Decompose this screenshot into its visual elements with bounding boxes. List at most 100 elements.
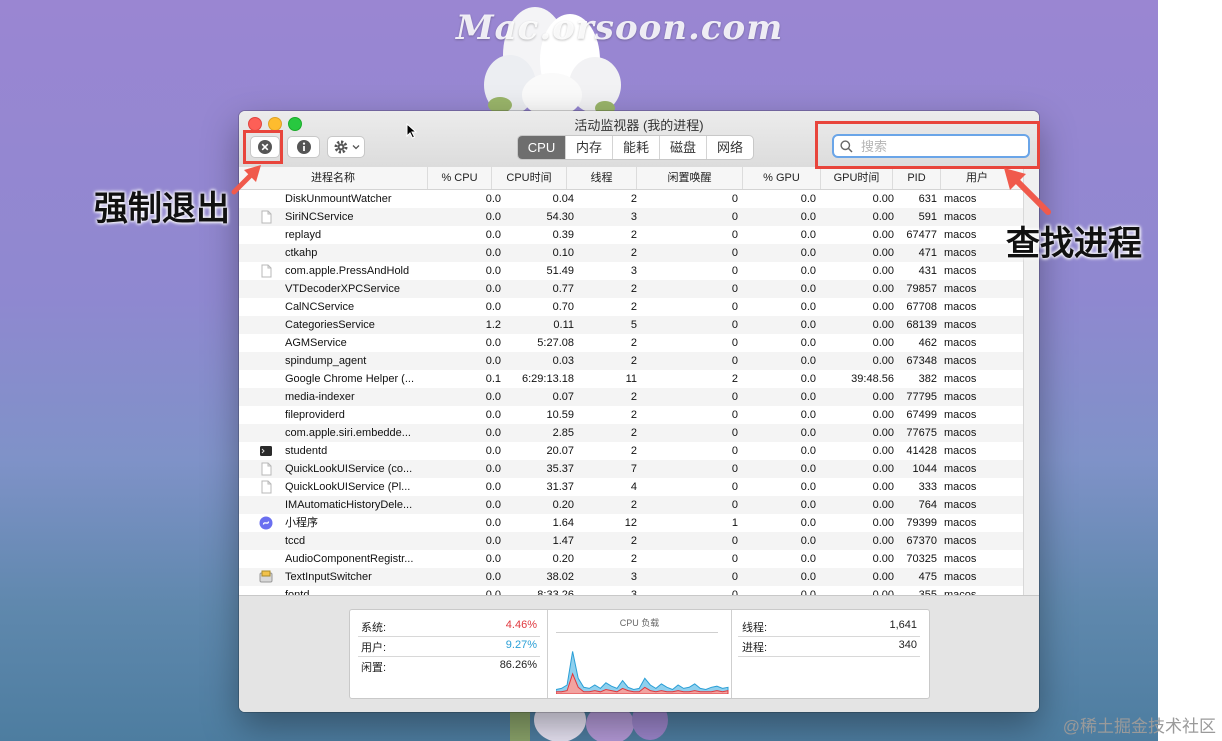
tab-energy[interactable]: 能耗: [612, 136, 659, 159]
table-row[interactable]: tccd 0.0 1.47 2 0 0.0 0.00 67370 macos: [239, 532, 1023, 550]
cell-threads: 3: [630, 571, 637, 583]
cell-idle-wakeups: 0: [731, 283, 738, 295]
cell-cpu-time: 54.30: [546, 211, 574, 223]
processes-label: 进程:: [742, 642, 768, 654]
cell-pid: 67477: [906, 229, 937, 241]
cell-threads: 3: [630, 265, 637, 277]
cell-cpu-time: 20.07: [546, 445, 574, 457]
table-row[interactable]: fontd 0.0 8:33.26 3 0 0.0 0.00 355 macos: [239, 586, 1023, 595]
cell-user: macos: [944, 193, 977, 205]
threads-value: 1,641: [889, 619, 917, 631]
cell-gpu-time: 0.00: [872, 445, 894, 457]
cell-gpu-percent: 0.0: [800, 553, 816, 565]
cell-gpu-time: 0.00: [872, 517, 894, 529]
idle-value: 86.26%: [499, 659, 537, 671]
cell-pid: 77795: [906, 391, 937, 403]
cell-threads: 2: [630, 229, 637, 241]
table-row[interactable]: com.apple.PressAndHold 0.0 51.49 3 0 0.0 0.00 4…: [239, 262, 1023, 280]
cell-process-name: CalNCService: [285, 301, 355, 313]
cell-cpu-percent: 0.0: [485, 337, 501, 349]
table-row[interactable]: Google Chrome Helper (... 0.1 6:29:13.18 11…: [239, 370, 1023, 388]
table-row[interactable]: CategoriesService 1.2 0.11 5 0 0.0 0.00 68139 ma…: [239, 316, 1023, 334]
cell-gpu-percent: 0.0: [800, 355, 816, 367]
cell-gpu-time: 0.00: [872, 571, 894, 583]
cell-gpu-percent: 0.0: [800, 373, 816, 385]
cell-gpu-percent: 0.0: [800, 229, 816, 241]
cell-process-name: AGMService: [285, 337, 347, 349]
cell-idle-wakeups: 0: [731, 589, 738, 595]
table-row[interactable]: CalNCService 0.0 0.70 2 0 0.0 0.00 67708 macos: [239, 298, 1023, 316]
col-gpu-percent[interactable]: % GPU: [743, 167, 821, 189]
col-cpu-percent[interactable]: % CPU: [428, 167, 492, 189]
cell-cpu-percent: 0.0: [485, 247, 501, 259]
cell-threads: 2: [630, 337, 637, 349]
cell-cpu-percent: 0.0: [485, 391, 501, 403]
system-value: 4.46%: [505, 619, 537, 631]
cell-pid: 431: [918, 265, 937, 277]
col-idle-wakeups[interactable]: 闲置唤醒: [637, 167, 743, 189]
cell-cpu-percent: 0.0: [485, 229, 501, 241]
table-row[interactable]: IMAutomaticHistoryDele... 0.0 0.20 2 0 0.0 0.0…: [239, 496, 1023, 514]
table-row[interactable]: AudioComponentRegistr... 0.0 0.20 2 0 0.0 0.00…: [239, 550, 1023, 568]
tab-memory[interactable]: 内存: [565, 136, 612, 159]
tab-cpu[interactable]: CPU: [518, 136, 565, 159]
table-row[interactable]: TextInputSwitcher 0.0 38.02 3 0 0.0 0.00 475 mac…: [239, 568, 1023, 586]
threads-label: 线程:: [742, 622, 768, 634]
table-row[interactable]: replayd 0.0 0.39 2 0 0.0 0.00 67477 macos: [239, 226, 1023, 244]
processes-value: 340: [898, 639, 917, 651]
tab-network[interactable]: 网络: [706, 136, 753, 159]
col-threads[interactable]: 线程: [567, 167, 637, 189]
table-row[interactable]: QuickLookUIService (Pl... 0.0 31.37 4 0 0.0 0.…: [239, 478, 1023, 496]
cell-gpu-time: 0.00: [872, 427, 894, 439]
table-row[interactable]: AGMService 0.0 5:27.08 2 0 0.0 0.00 462 macos: [239, 334, 1023, 352]
table-row[interactable]: media-indexer 0.0 0.07 2 0 0.0 0.00 77795 macos: [239, 388, 1023, 406]
cell-user: macos: [944, 283, 977, 295]
table-row[interactable]: SiriNCService 0.0 54.30 3 0 0.0 0.00 591 macos: [239, 208, 1023, 226]
col-gpu-time[interactable]: GPU时间: [821, 167, 893, 189]
col-pid[interactable]: PID: [893, 167, 941, 189]
cell-threads: 2: [630, 193, 637, 205]
cell-user: macos: [944, 589, 977, 595]
cell-process-name: VTDecoderXPCService: [285, 283, 400, 295]
table-row[interactable]: QuickLookUIService (co... 0.0 35.37 7 0 0.0 0.…: [239, 460, 1023, 478]
cell-cpu-time: 6:29:13.18: [522, 373, 574, 385]
table-row[interactable]: ctkahp 0.0 0.10 2 0 0.0 0.00 471 macos: [239, 244, 1023, 262]
table-row[interactable]: com.apple.siri.embedde... 0.0 2.85 2 0 0.0 0.0…: [239, 424, 1023, 442]
cell-idle-wakeups: 0: [731, 229, 738, 241]
cell-cpu-percent: 0.1: [485, 373, 501, 385]
cell-gpu-time: 0.00: [872, 499, 894, 511]
cell-user: macos: [944, 211, 977, 223]
cell-process-name: TextInputSwitcher: [285, 571, 372, 583]
table-row[interactable]: DiskUnmountWatcher 0.0 0.04 2 0 0.0 0.00 631 mac…: [239, 190, 1023, 208]
table-row[interactable]: 小程序 0.0 1.64 12 1 0.0 0.00 79399 macos: [239, 514, 1023, 532]
cell-gpu-percent: 0.0: [800, 301, 816, 313]
cell-threads: 12: [624, 517, 637, 529]
cell-pid: 355: [918, 589, 937, 595]
cell-cpu-time: 35.37: [546, 463, 574, 475]
cell-threads: 4: [630, 481, 637, 493]
cell-cpu-percent: 0.0: [485, 283, 501, 295]
table-row[interactable]: fileproviderd 0.0 10.59 2 0 0.0 0.00 67499 macos: [239, 406, 1023, 424]
cell-threads: 2: [630, 535, 637, 547]
cell-cpu-time: 0.20: [552, 553, 574, 565]
table-row[interactable]: VTDecoderXPCService 0.0 0.77 2 0 0.0 0.00 79857…: [239, 280, 1023, 298]
cell-gpu-time: 0.00: [872, 337, 894, 349]
cell-process-name: SiriNCService: [285, 211, 354, 223]
cell-user: macos: [944, 463, 977, 475]
cell-process-name: replayd: [285, 229, 322, 241]
cpu-load-title: CPU 负载: [619, 618, 660, 628]
actions-menu-button[interactable]: [327, 136, 365, 158]
cell-cpu-percent: 0.0: [485, 589, 501, 595]
cell-idle-wakeups: 0: [731, 247, 738, 259]
cell-cpu-time: 5:27.08: [537, 337, 574, 349]
table-row[interactable]: studentd 0.0 20.07 2 0 0.0 0.00 41428 macos: [239, 442, 1023, 460]
col-cpu-time[interactable]: CPU时间: [492, 167, 567, 189]
document-icon: [259, 210, 273, 224]
inspect-button[interactable]: [287, 136, 320, 158]
cell-gpu-percent: 0.0: [800, 427, 816, 439]
cell-process-name: media-indexer: [285, 391, 355, 403]
cell-gpu-percent: 0.0: [800, 193, 816, 205]
tab-disk[interactable]: 磁盘: [659, 136, 706, 159]
table-row[interactable]: spindump_agent 0.0 0.03 2 0 0.0 0.00 67348 macos: [239, 352, 1023, 370]
table-header: 进程名称 % CPU CPU时间 线程 闲置唤醒 % GPU GPU时间 PID…: [239, 167, 1023, 190]
